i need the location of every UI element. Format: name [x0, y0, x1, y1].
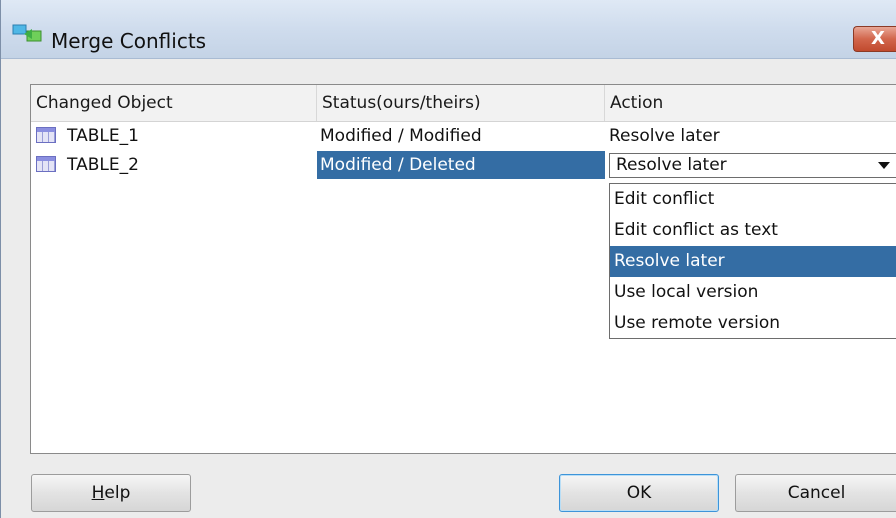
option-use-remote-version[interactable]: Use remote version: [610, 308, 896, 339]
grid-header: Changed Object Status(ours/theirs) Actio…: [31, 85, 896, 122]
status-cell: Modified / Modified: [320, 126, 482, 146]
table-icon: [36, 127, 56, 143]
column-header-action[interactable]: Action: [605, 85, 896, 121]
title-bar[interactable]: Merge Conflicts X: [1, 0, 896, 59]
option-edit-conflict[interactable]: Edit conflict: [610, 184, 896, 215]
merge-conflicts-dialog: Merge Conflicts X Changed Object Status(…: [0, 0, 896, 518]
ok-button[interactable]: OK: [559, 474, 719, 512]
action-combobox[interactable]: Resolve later: [609, 153, 896, 178]
chevron-down-icon[interactable]: [878, 162, 890, 169]
combobox-value: Resolve later: [616, 155, 727, 175]
table-row[interactable]: TABLE_1 Modified / Modified Resolve late…: [31, 122, 896, 150]
help-button[interactable]: Help: [31, 474, 191, 512]
option-resolve-later[interactable]: Resolve later: [610, 246, 896, 277]
action-cell[interactable]: Resolve later: [605, 122, 896, 150]
close-icon: X: [871, 28, 885, 49]
cancel-button[interactable]: Cancel: [735, 474, 896, 512]
column-header-changed-object[interactable]: Changed Object: [31, 85, 317, 121]
option-use-local-version[interactable]: Use local version: [610, 277, 896, 308]
conflicts-grid: Changed Object Status(ours/theirs) Actio…: [30, 84, 896, 454]
object-name: TABLE_1: [67, 126, 139, 146]
column-header-status[interactable]: Status(ours/theirs): [317, 85, 605, 121]
table-icon: [36, 156, 56, 172]
merge-conflict-icon: [12, 22, 44, 44]
changed-object-cell: TABLE_2: [36, 151, 316, 179]
changed-object-cell: TABLE_1: [36, 122, 316, 150]
option-edit-conflict-as-text[interactable]: Edit conflict as text: [610, 215, 896, 246]
object-name: TABLE_2: [67, 155, 139, 175]
dialog-title: Merge Conflicts: [51, 29, 207, 53]
status-cell-selected: Modified / Deleted: [317, 151, 605, 179]
close-button[interactable]: X: [853, 26, 896, 52]
action-dropdown-list: Edit conflict Edit conflict as text Reso…: [609, 183, 896, 339]
